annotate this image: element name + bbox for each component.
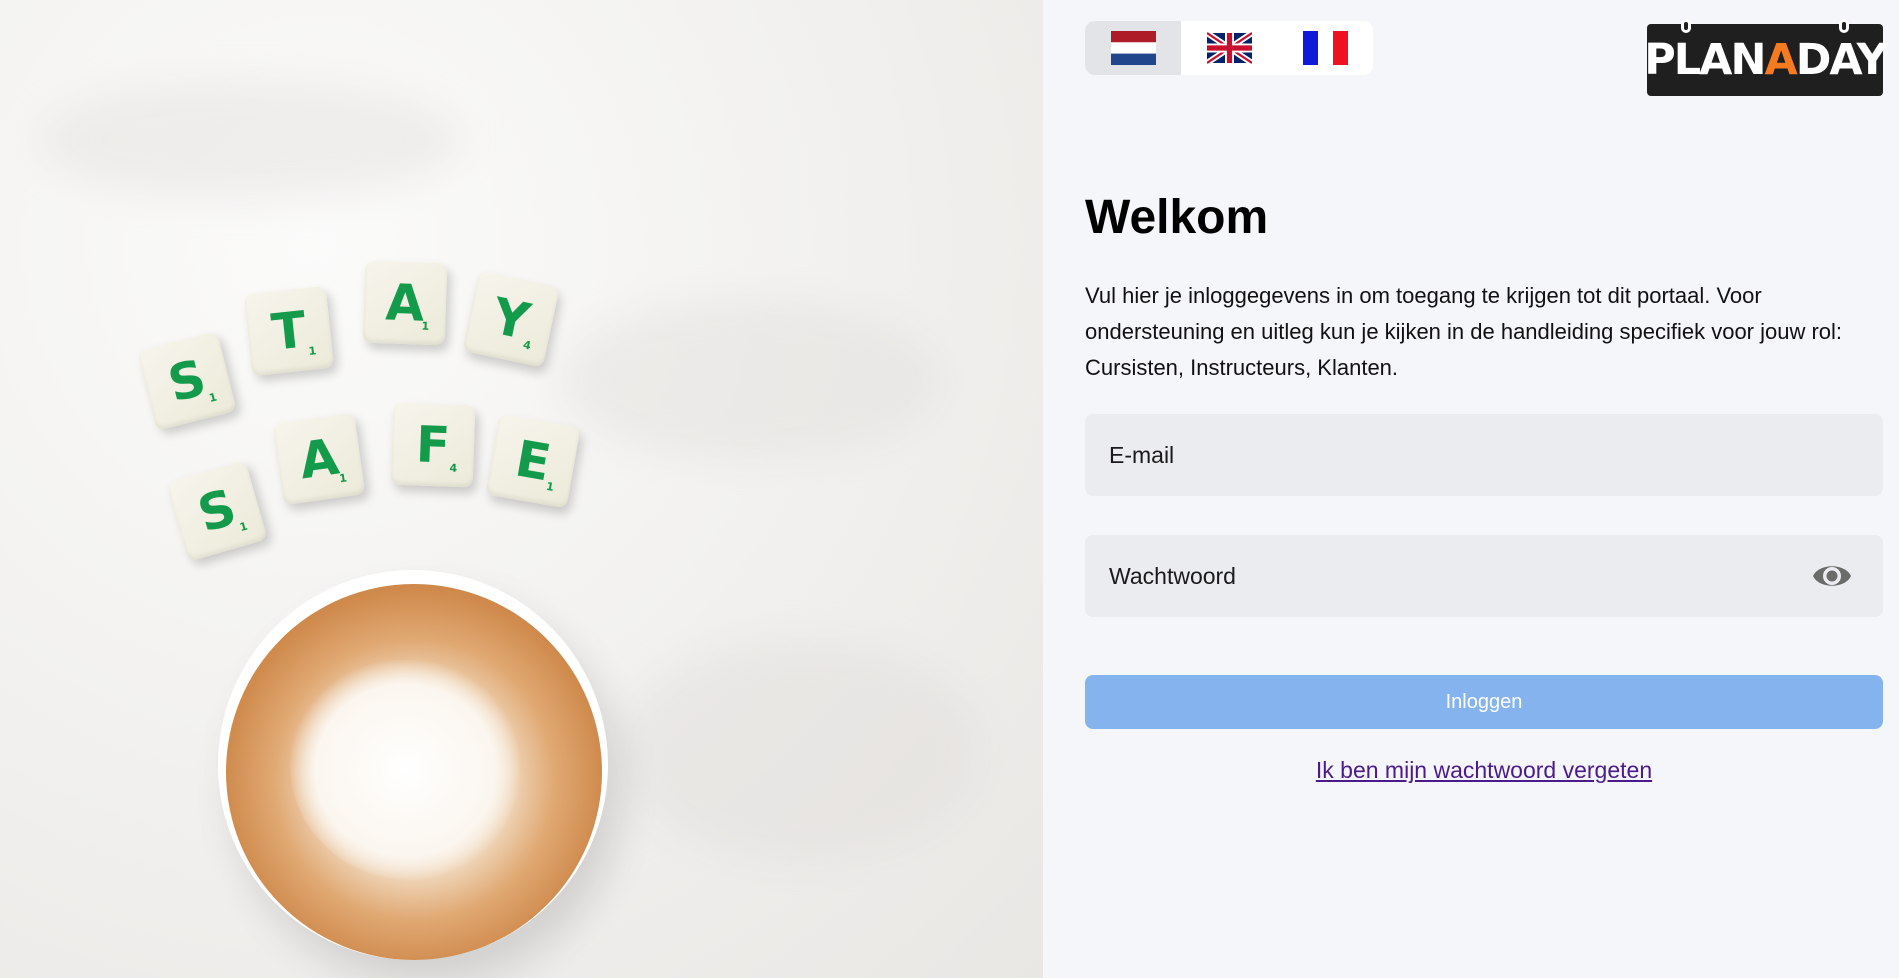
language-option-fr[interactable] <box>1277 21 1373 75</box>
france-flag-icon <box>1302 31 1348 65</box>
show-password-eye-icon[interactable] <box>1811 558 1853 594</box>
scrabble-tile: A1 <box>272 412 366 506</box>
password-field <box>1085 535 1883 617</box>
cloth-fold <box>560 300 940 460</box>
page-title: Welkom <box>1085 191 1269 244</box>
login-button[interactable]: Inloggen <box>1085 675 1883 729</box>
scrabble-tile: F4 <box>390 402 476 488</box>
logo-ring <box>1839 19 1849 33</box>
password-input[interactable] <box>1085 535 1883 617</box>
intro-text: Vul hier je inloggegevens in om toegang … <box>1085 283 1843 380</box>
language-switcher <box>1085 21 1373 75</box>
logo-ring <box>1681 19 1691 33</box>
scrabble-tile: A1 <box>362 260 448 346</box>
email-field <box>1085 414 1883 496</box>
scrabble-tile: S1 <box>137 331 237 431</box>
scrabble-tile: Y4 <box>462 270 560 368</box>
login-panel: PLANADAY Welkom Vul hier je inloggegeven… <box>1043 0 1899 978</box>
scrabble-tile: T1 <box>243 285 335 377</box>
netherlands-flag-icon <box>1110 31 1156 65</box>
email-input[interactable] <box>1085 414 1883 496</box>
scrabble-tile: S1 <box>166 460 268 562</box>
hero-image: S1 T1 A1 Y4 S1 A1 F4 E1 <box>0 0 1043 978</box>
cloth-fold <box>620 640 980 860</box>
language-option-en[interactable] <box>1181 21 1277 75</box>
cloth-fold <box>40 80 460 200</box>
planaday-logo: PLANADAY <box>1644 19 1888 96</box>
scrabble-tile: E1 <box>485 413 581 509</box>
uk-flag-icon <box>1206 31 1252 65</box>
language-option-nl[interactable] <box>1085 21 1181 75</box>
logo-text: PLANADAY <box>1644 35 1887 85</box>
forgot-password-link[interactable]: Ik ben mijn wachtwoord vergeten <box>1085 757 1883 784</box>
